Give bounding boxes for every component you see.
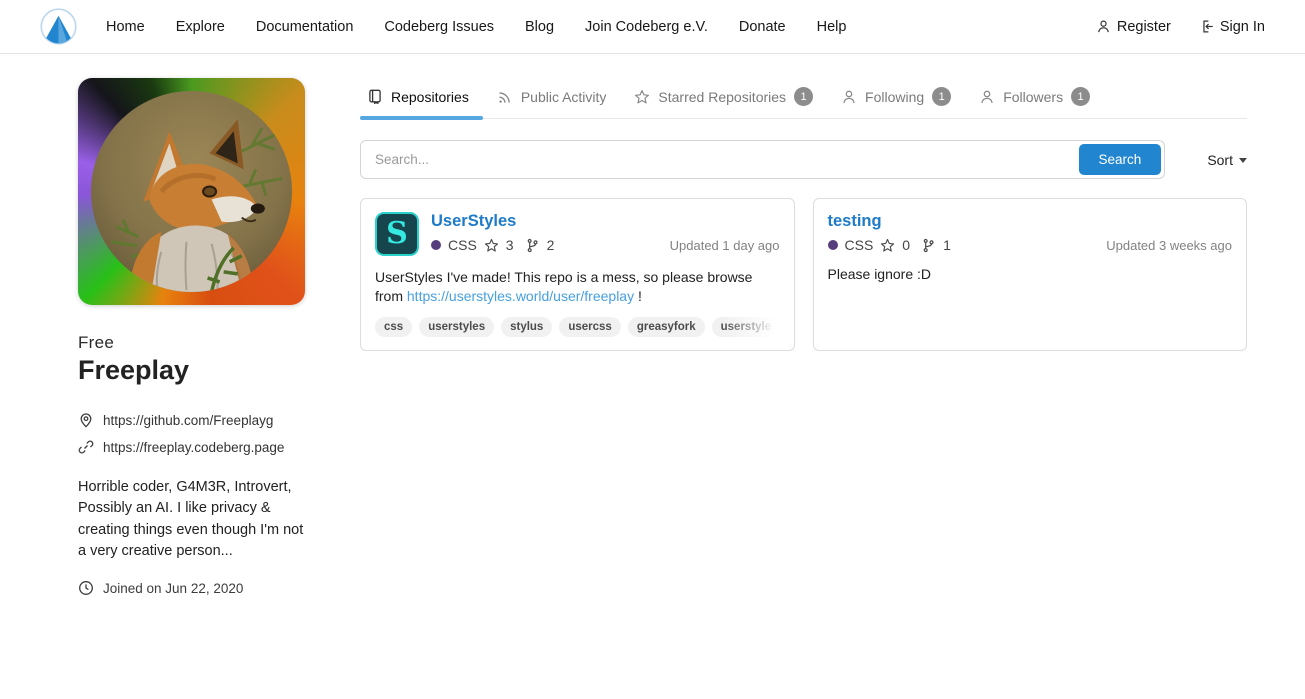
profile-joined-row: Joined on Jun 22, 2020 [78, 580, 305, 596]
location-pin-icon [78, 412, 94, 428]
nav-item-help[interactable]: Help [817, 19, 847, 35]
description-link[interactable]: https://userstyles.world/user/freeplay [407, 288, 634, 304]
topic-list: css userstyles stylus usercss greasyfork user… [375, 317, 780, 337]
person-icon [841, 89, 857, 105]
tab-following[interactable]: Following 1 [827, 78, 965, 119]
codeberg-logo-icon[interactable] [40, 8, 77, 45]
nav-auth-area: Register Sign In [1096, 19, 1265, 35]
tab-repositories[interactable]: Repositories [360, 80, 483, 118]
nav-item-join-codeberg[interactable]: Join Codeberg e.V. [585, 19, 708, 35]
register-button[interactable]: Register [1096, 19, 1171, 35]
sign-in-label: Sign In [1220, 19, 1265, 35]
star-icon [880, 238, 895, 253]
register-label: Register [1117, 19, 1171, 35]
nav-item-blog[interactable]: Blog [525, 19, 554, 35]
star-count: 3 [506, 237, 514, 253]
repo-avatar: S [375, 212, 419, 256]
search-input[interactable] [375, 152, 1079, 167]
topic-chip[interactable]: usercss [559, 317, 620, 337]
clock-icon [78, 580, 94, 596]
person-icon [1096, 19, 1111, 34]
profile-joined-date: Joined on Jun 22, 2020 [103, 581, 243, 596]
tab-label: Followers [1003, 89, 1063, 105]
language-label: CSS [448, 237, 477, 253]
star-icon [484, 238, 499, 253]
profile-website-row: https://freeplay.codeberg.page [78, 439, 305, 455]
tab-label: Public Activity [521, 89, 607, 105]
nav-item-explore[interactable]: Explore [176, 19, 225, 35]
updated-timestamp: Updated 1 day ago [670, 238, 780, 253]
starred-count-badge: 1 [794, 87, 813, 106]
rss-icon [497, 89, 513, 105]
repo-name-link[interactable]: UserStyles [431, 212, 516, 231]
nav-item-home[interactable]: Home [106, 19, 145, 35]
star-icon [634, 89, 650, 105]
profile-website-github[interactable]: https://github.com/Freeplayg [103, 413, 273, 428]
profile-main: Repositories Public Activity Starred Rep… [360, 78, 1247, 596]
sort-dropdown[interactable]: Sort [1207, 152, 1247, 168]
tab-label: Repositories [391, 89, 469, 105]
updated-timestamp: Updated 3 weeks ago [1106, 238, 1232, 253]
sort-label: Sort [1207, 152, 1233, 168]
repo-icon [367, 89, 383, 105]
profile-tabs: Repositories Public Activity Starred Rep… [360, 78, 1247, 119]
fork-count: 2 [547, 237, 555, 253]
search-button[interactable]: Search [1079, 144, 1162, 175]
chevron-down-icon [1239, 158, 1247, 163]
fork-count: 1 [943, 237, 951, 253]
profile-location-row: https://github.com/Freeplayg [78, 412, 305, 428]
avatar[interactable] [78, 78, 305, 305]
tab-public-activity[interactable]: Public Activity [483, 80, 621, 118]
person-icon [979, 89, 995, 105]
repo-description: Please ignore :D [828, 265, 1233, 284]
topic-chip[interactable]: userstyles [419, 317, 494, 337]
repo-name-link[interactable]: testing [828, 212, 882, 231]
repository-list: S UserStyles CSS 3 [360, 198, 1247, 351]
profile-username: Free [78, 333, 305, 353]
search-row: Search Sort [360, 140, 1247, 179]
language-color-dot [431, 240, 441, 250]
fork-icon [921, 238, 936, 253]
topic-chip[interactable]: greasyfork [628, 317, 705, 337]
link-icon [78, 439, 94, 455]
profile-display-name: Freeplay [78, 355, 305, 386]
sign-in-icon [1199, 19, 1214, 34]
sign-in-button[interactable]: Sign In [1199, 19, 1265, 35]
language-color-dot [828, 240, 838, 250]
topic-chip[interactable]: userstyle [712, 317, 780, 337]
tab-label: Starred Repositories [658, 89, 786, 105]
followers-count-badge: 1 [1071, 87, 1090, 106]
repo-card-testing: testing CSS 0 1 Updated 3 weeks ago Plea… [813, 198, 1248, 351]
nav-item-donate[interactable]: Donate [739, 19, 786, 35]
fork-icon [525, 238, 540, 253]
avatar-fox-photo [91, 91, 292, 292]
profile-bio: Horrible coder, G4M3R, Introvert, Possib… [78, 477, 305, 562]
search-box: Search [360, 140, 1165, 179]
tab-starred-repositories[interactable]: Starred Repositories 1 [620, 78, 827, 119]
tab-label: Following [865, 89, 924, 105]
topic-chip[interactable]: stylus [501, 317, 552, 337]
nav-item-codeberg-issues[interactable]: Codeberg Issues [384, 19, 494, 35]
nav-links: Home Explore Documentation Codeberg Issu… [106, 19, 846, 35]
navbar: Home Explore Documentation Codeberg Issu… [0, 0, 1305, 54]
repo-description: UserStyles I've made! This repo is a mes… [375, 268, 780, 306]
tab-followers[interactable]: Followers 1 [965, 78, 1104, 119]
following-count-badge: 1 [932, 87, 951, 106]
profile-website-pages[interactable]: https://freeplay.codeberg.page [103, 440, 284, 455]
topic-chip[interactable]: css [375, 317, 412, 337]
profile-sidebar: Free Freeplay https://github.com/Freepla… [78, 78, 305, 596]
nav-item-documentation[interactable]: Documentation [256, 19, 354, 35]
star-count: 0 [902, 237, 910, 253]
language-label: CSS [845, 237, 874, 253]
repo-card-userstyles: S UserStyles CSS 3 [360, 198, 795, 351]
